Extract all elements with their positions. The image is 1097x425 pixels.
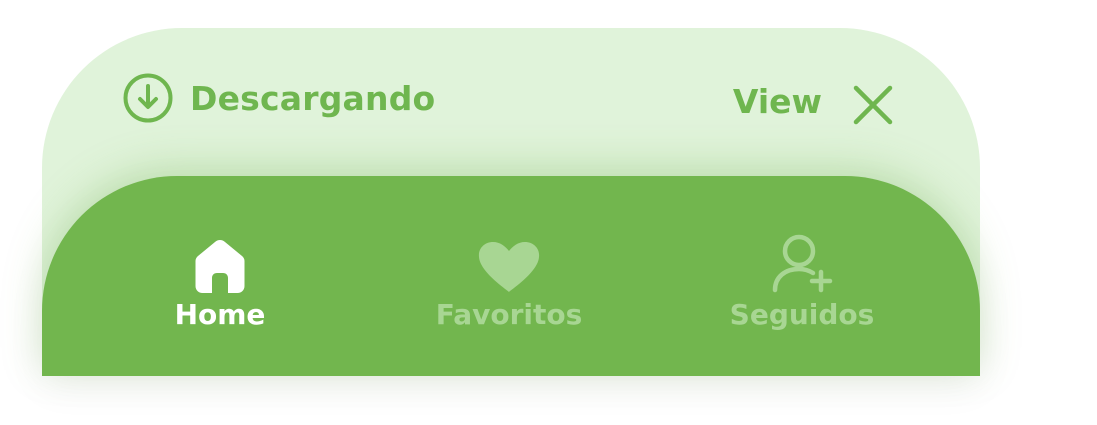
app-screen: Descargando View Home Favoritos Seguidos: [0, 0, 1097, 425]
nav-label-home: Home: [174, 298, 266, 331]
close-icon: [853, 85, 893, 125]
download-status-label: Descargando: [190, 78, 436, 118]
download-status: Descargando: [122, 72, 435, 124]
user-add-icon: [769, 232, 835, 294]
banner-actions: View: [733, 72, 898, 130]
nav-label-seguidos: Seguidos: [729, 298, 875, 331]
home-icon: [192, 232, 248, 294]
nav-label-favoritos: Favoritos: [435, 298, 583, 331]
bottom-navigation: Home Favoritos Seguidos: [42, 176, 980, 376]
nav-item-home[interactable]: Home: [120, 232, 320, 332]
nav-item-favoritos[interactable]: Favoritos: [409, 232, 609, 332]
download-circle-icon: [122, 72, 174, 124]
nav-item-seguidos[interactable]: Seguidos: [702, 232, 902, 332]
heart-icon: [476, 232, 542, 294]
close-button[interactable]: [848, 80, 898, 130]
view-button[interactable]: View: [733, 85, 822, 118]
